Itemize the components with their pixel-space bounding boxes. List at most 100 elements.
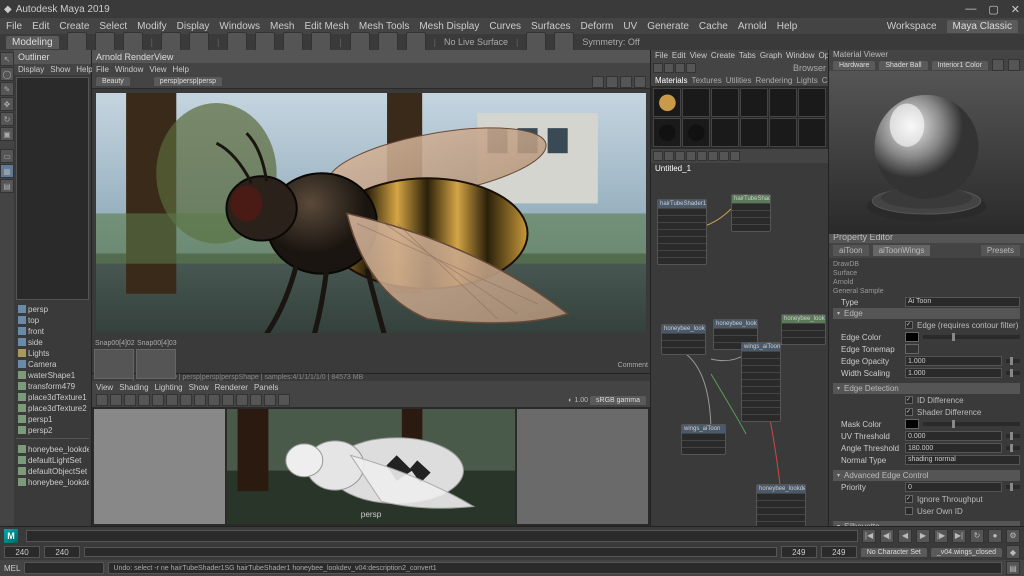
- pe-tab[interactable]: aiToonWings: [873, 245, 931, 256]
- timeline-track[interactable]: [26, 530, 858, 542]
- mv-settings-icon[interactable]: [1008, 59, 1020, 71]
- pe-slider[interactable]: [1006, 434, 1020, 438]
- pe-section-detection[interactable]: Edge Detection: [833, 383, 1020, 394]
- pe-slider[interactable]: [1006, 446, 1020, 450]
- material-swatch[interactable]: [798, 88, 826, 117]
- sel-vtx-icon[interactable]: [227, 32, 247, 52]
- menu-display[interactable]: Display: [177, 21, 210, 32]
- menu-editmesh[interactable]: Edit Mesh: [304, 21, 348, 32]
- vp-wireframe-icon[interactable]: [194, 394, 206, 406]
- pe-section-advanced[interactable]: Advanced Edge Control: [833, 470, 1020, 481]
- pe-section-edge[interactable]: Edge: [833, 308, 1020, 319]
- outliner-item[interactable]: Camera: [16, 359, 89, 370]
- material-preview[interactable]: [829, 71, 1024, 234]
- layout-four[interactable]: ▦: [0, 164, 14, 178]
- vp-menu-lighting[interactable]: Lighting: [155, 383, 183, 392]
- menu-arnold[interactable]: Arnold: [738, 21, 767, 32]
- pe-edge-color[interactable]: [905, 332, 919, 342]
- outliner-item[interactable]: transform479: [16, 381, 89, 392]
- outliner-menu-display[interactable]: Display: [18, 65, 44, 74]
- vp-menu-view[interactable]: View: [96, 383, 113, 392]
- playback-end[interactable]: [781, 546, 817, 558]
- pe-opacity[interactable]: [905, 356, 1002, 366]
- vp-menu-show[interactable]: Show: [189, 383, 209, 392]
- maximize-button[interactable]: ▢: [988, 3, 998, 16]
- menu-windows[interactable]: Windows: [219, 21, 260, 32]
- viewport-side[interactable]: [517, 409, 648, 524]
- charset-select[interactable]: No Character Set: [861, 548, 927, 557]
- pe-tab[interactable]: aiToon: [833, 245, 869, 256]
- pe-angle[interactable]: [905, 443, 1002, 453]
- hs-worktab[interactable]: Untitled_1: [655, 164, 691, 173]
- pe-slider[interactable]: [1006, 371, 1020, 375]
- pe-normal-select[interactable]: shading normal: [905, 455, 1020, 465]
- node-graph[interactable]: hairTubeShader1 hairTubeShader1SG honeyb…: [651, 174, 828, 526]
- outliner-item[interactable]: honeybee_lookdev_v04s: [16, 444, 89, 455]
- lasso-tool[interactable]: ◯: [0, 67, 14, 81]
- open-scene-icon[interactable]: [95, 32, 115, 52]
- hs-tab-rendering[interactable]: Rendering: [755, 76, 792, 85]
- rv-menu-window[interactable]: Window: [115, 65, 143, 74]
- hs-rearrange-icon[interactable]: [697, 151, 707, 161]
- menu-meshdisplay[interactable]: Mesh Display: [419, 21, 479, 32]
- vp-image-plane-icon[interactable]: [124, 394, 136, 406]
- material-swatch[interactable]: [682, 118, 710, 147]
- pe-slider[interactable]: [923, 335, 1020, 339]
- vp-xray-icon[interactable]: [278, 394, 290, 406]
- material-swatch[interactable]: [798, 118, 826, 147]
- menu-surfaces[interactable]: Surfaces: [531, 21, 570, 32]
- pe-slider[interactable]: [1006, 485, 1020, 489]
- vp-res-gate-icon[interactable]: [166, 394, 178, 406]
- vp-grid-icon[interactable]: [138, 394, 150, 406]
- symmetry[interactable]: Symmetry: Off: [582, 37, 639, 47]
- hs-show-icon[interactable]: [675, 63, 685, 73]
- material-swatch[interactable]: [740, 118, 768, 147]
- hs-tab-textures[interactable]: Textures: [691, 76, 721, 85]
- outliner-item[interactable]: top: [16, 315, 89, 326]
- cmd-lang[interactable]: MEL: [4, 564, 20, 573]
- hs-menu-graph[interactable]: Graph: [760, 51, 782, 60]
- menu-select[interactable]: Select: [99, 21, 127, 32]
- hs-remove-icon[interactable]: [719, 151, 729, 161]
- outliner-item[interactable]: defaultLightSet: [16, 455, 89, 466]
- pe-id-check[interactable]: [905, 396, 913, 404]
- play-end-button[interactable]: ▶|: [952, 529, 966, 543]
- hs-menu-tabs[interactable]: Tabs: [739, 51, 756, 60]
- menu-curves[interactable]: Curves: [489, 21, 521, 32]
- pe-type-field[interactable]: Ai Toon: [905, 297, 1020, 307]
- pe-shader-check[interactable]: [905, 408, 913, 416]
- hs-bin-icon[interactable]: [664, 63, 674, 73]
- vp-shaded-icon[interactable]: [208, 394, 220, 406]
- hs-menu-create[interactable]: Create: [711, 51, 735, 60]
- outliner-item[interactable]: honeybee_lookdev_v04s: [16, 477, 89, 488]
- outliner-item[interactable]: place3dTexture2: [16, 403, 89, 414]
- undo-icon[interactable]: [161, 32, 181, 52]
- material-swatch[interactable]: [740, 88, 768, 117]
- material-swatch[interactable]: [653, 88, 681, 117]
- material-swatch[interactable]: [769, 88, 797, 117]
- snapshot-thumb[interactable]: Snap00[4]03: [136, 349, 176, 379]
- rv-aov-select[interactable]: Beauty: [96, 77, 130, 86]
- material-swatch[interactable]: [653, 118, 681, 147]
- shader-node[interactable]: honeybee_lookdev_v04: [781, 314, 826, 345]
- vp-menu-renderer[interactable]: Renderer: [215, 383, 248, 392]
- playback-start[interactable]: [44, 546, 80, 558]
- sel-edge-icon[interactable]: [255, 32, 275, 52]
- vp-menu-shading[interactable]: Shading: [119, 383, 148, 392]
- redo-icon[interactable]: [189, 32, 209, 52]
- scale-tool[interactable]: ▣: [0, 127, 14, 141]
- vp-isolate-icon[interactable]: [264, 394, 276, 406]
- hs-menu-edit[interactable]: Edit: [672, 51, 686, 60]
- vp-colorspace[interactable]: sRGB gamma: [590, 396, 646, 405]
- key-button[interactable]: ◆: [1006, 545, 1020, 559]
- render-icon[interactable]: [526, 32, 546, 52]
- range-track[interactable]: [84, 547, 777, 557]
- play-back-button[interactable]: ◀: [898, 529, 912, 543]
- pe-edge-enable[interactable]: [905, 321, 913, 329]
- rv-camera-select[interactable]: persp|persp|persp: [154, 77, 222, 86]
- material-swatch[interactable]: [682, 88, 710, 117]
- vp-textured-icon[interactable]: [222, 394, 234, 406]
- hs-hide-icon[interactable]: [686, 63, 696, 73]
- menu-file[interactable]: File: [6, 21, 22, 32]
- snap-curve-icon[interactable]: [378, 32, 398, 52]
